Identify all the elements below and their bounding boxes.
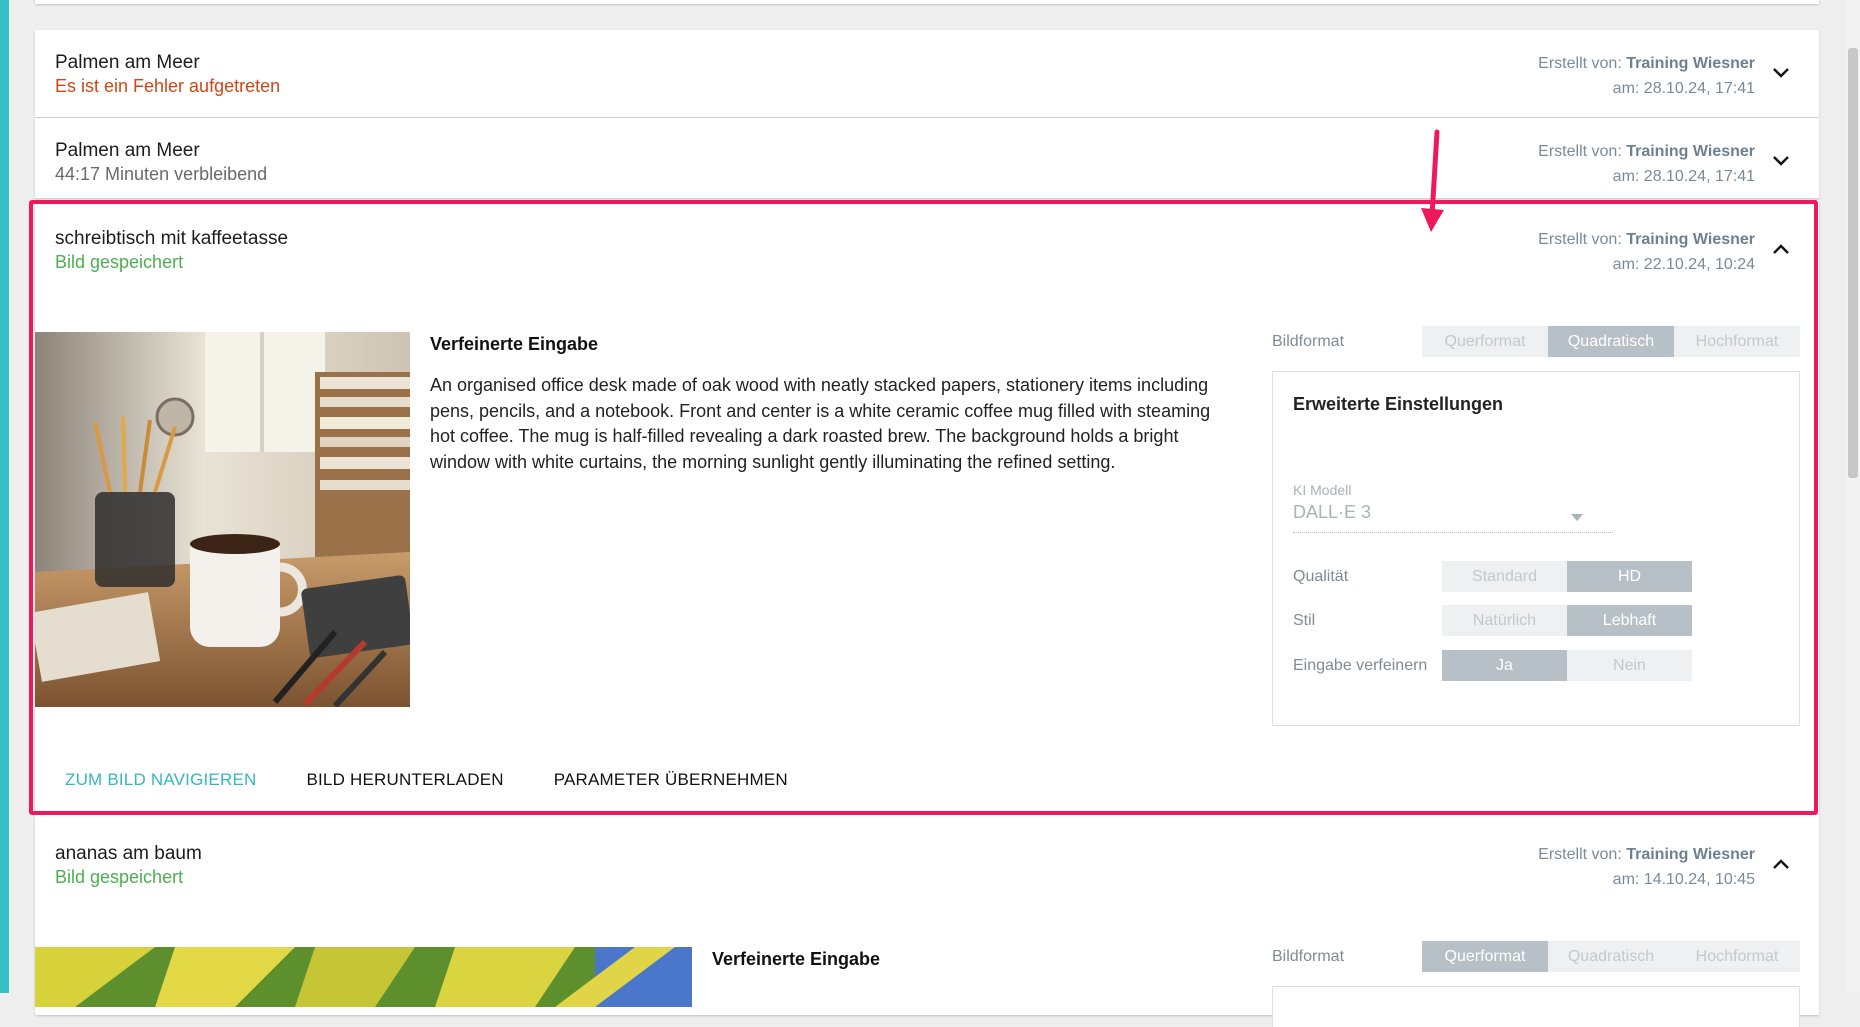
item-title: Palmen am Meer (55, 140, 200, 161)
list-item-partial (35, 0, 1819, 4)
image-format-toggle: Querformat Quadratisch Hochformat (1422, 941, 1800, 972)
page-scrollbar[interactable] (1846, 0, 1860, 993)
created-by-label: Erstellt von: (1538, 55, 1622, 72)
scrollbar-thumb[interactable] (1848, 48, 1858, 478)
item-meta: Erstellt von: Training Wiesner am: 28.10… (1538, 139, 1755, 189)
item-meta: Erstellt von: Training Wiesner am: 28.10… (1538, 51, 1755, 101)
chevron-down-icon[interactable] (1769, 148, 1793, 172)
item-status: Es ist ein Fehler aufgetreten (55, 76, 281, 96)
item-status: Bild gespeichert (55, 867, 184, 887)
author-name: Training Wiesner (1626, 846, 1755, 863)
highlight-box (29, 200, 1818, 815)
chevron-up-icon[interactable] (1769, 853, 1793, 877)
list-item[interactable]: Palmen am Meer Es ist ein Fehler aufgetr… (35, 30, 1819, 117)
created-date: am: 28.10.24, 17:41 (1612, 168, 1755, 185)
list-item[interactable]: Palmen am Meer 44:17 Minuten verbleibend… (35, 118, 1819, 198)
chevron-down-icon[interactable] (1769, 60, 1793, 84)
author-name: Training Wiesner (1626, 143, 1755, 160)
item-status: 44:17 Minuten verbleibend (55, 164, 268, 184)
created-date: am: 14.10.24, 10:45 (1612, 871, 1755, 888)
advanced-settings-panel (1272, 986, 1800, 1027)
format-option-square[interactable]: Quadratisch (1548, 941, 1674, 972)
created-by-label: Erstellt von: (1538, 846, 1622, 863)
annotation-arrow-icon (1421, 129, 1444, 232)
refined-input-heading: Verfeinerte Eingabe (712, 949, 881, 969)
item-title: ananas am baum (55, 843, 202, 864)
item-meta: Erstellt von: Training Wiesner am: 14.10… (1538, 842, 1755, 892)
pineapple-tree-image (35, 947, 692, 1007)
item-title: Palmen am Meer (55, 52, 200, 73)
image-format-label: Bildformat (1272, 948, 1345, 965)
created-date: am: 28.10.24, 17:41 (1612, 80, 1755, 97)
author-name: Training Wiesner (1626, 55, 1755, 72)
left-accent-strip (0, 0, 9, 993)
created-by-label: Erstellt von: (1538, 143, 1622, 160)
format-option-landscape[interactable]: Querformat (1422, 941, 1548, 972)
list-item-expanded[interactable]: ananas am baum Bild gespeichert Erstellt… (35, 815, 1819, 1027)
format-option-portrait[interactable]: Hochformat (1674, 941, 1800, 972)
generated-image[interactable] (35, 947, 692, 1007)
